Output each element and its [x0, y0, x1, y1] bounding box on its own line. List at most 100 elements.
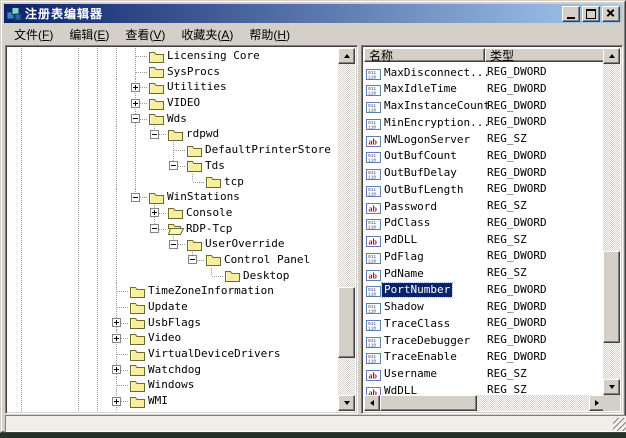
tree-item-desktop[interactable]: Desktop [8, 268, 338, 284]
expand-plus-toggle[interactable] [150, 208, 159, 217]
expand-plus-toggle[interactable] [112, 318, 121, 327]
tree-guide [212, 276, 224, 277]
value-row-minencryption[interactable]: 011110MinEncryption...REG_DWORD [364, 114, 605, 131]
value-row-traceclass[interactable]: 011110TraceClassREG_DWORD [364, 315, 605, 332]
value-row-portnumber[interactable]: 011110PortNumberREG_DWORD [364, 282, 605, 299]
tree-item-licensing-core[interactable]: Licensing Core [8, 48, 338, 64]
collapse-minus-toggle[interactable] [150, 130, 159, 139]
expand-plus-toggle[interactable] [131, 83, 140, 92]
folder-icon [168, 206, 184, 219]
window-titlebar[interactable]: 注册表编辑器 [4, 4, 622, 23]
menu-item-help[interactable]: 帮助(H) [241, 24, 298, 45]
collapse-minus-toggle[interactable] [169, 161, 178, 170]
tree-item-rdp-tcp[interactable]: RDP-Tcp [8, 221, 338, 237]
collapse-minus-toggle[interactable] [131, 193, 140, 202]
value-name: PdName [382, 267, 426, 281]
scroll-down-button[interactable] [603, 379, 620, 395]
value-row-outbuflength[interactable]: 011110OutBufLengthREG_DWORD [364, 181, 605, 198]
tree-vertical-scrollbar[interactable] [338, 48, 355, 411]
collapse-minus-toggle[interactable] [150, 224, 159, 233]
svg-text:110: 110 [368, 74, 376, 80]
tree-item-useroverride[interactable]: UserOverride [8, 236, 338, 252]
value-row-maxidletime[interactable]: 011110MaxIdleTimeREG_DWORD [364, 81, 605, 98]
value-row-wddll[interactable]: abWdDLLREG_SZ [364, 382, 605, 395]
tree-item-windows[interactable]: Windows [8, 377, 338, 393]
value-row-tracedebugger[interactable]: 011110TraceDebuggerREG_DWORD [364, 332, 605, 349]
expand-plus-toggle[interactable] [112, 365, 121, 374]
minimize-button[interactable] [562, 6, 580, 22]
scroll-up-button[interactable] [603, 48, 620, 64]
scroll-down-button[interactable] [338, 395, 355, 411]
scroll-thumb[interactable] [603, 251, 620, 343]
value-row-pdflag[interactable]: 011110PdFlagREG_DWORD [364, 248, 605, 265]
folder-icon [168, 128, 184, 141]
expand-plus-toggle[interactable] [131, 99, 140, 108]
value-type: REG_SZ [487, 382, 527, 395]
reg-dword-icon: 011110 [366, 335, 381, 346]
value-row-pddll[interactable]: abPdDLLREG_SZ [364, 232, 605, 249]
value-type: REG_DWORD [487, 332, 547, 349]
column-header-type[interactable]: 类型 [485, 48, 605, 62]
tree-item-utilities[interactable]: Utilities [8, 79, 338, 95]
folder-icon [149, 97, 165, 110]
scroll-left-button[interactable] [364, 395, 380, 411]
values-horizontal-scrollbar[interactable] [364, 395, 605, 411]
value-row-nwlogonserver[interactable]: abNWLogonServerREG_SZ [364, 131, 605, 148]
reg-sz-icon: ab [366, 134, 381, 145]
tree-item-video[interactable]: VIDEO [8, 95, 338, 111]
values-vertical-scrollbar[interactable] [603, 48, 620, 395]
svg-text:110: 110 [368, 91, 376, 97]
tree-item-rdpwd[interactable]: rdpwd [8, 126, 338, 142]
menu-item-edit[interactable]: 编辑(E) [61, 24, 117, 45]
value-row-password[interactable]: abPasswordREG_SZ [364, 198, 605, 215]
tree-item-wds[interactable]: Wds [8, 111, 338, 127]
scroll-thumb[interactable] [338, 287, 355, 358]
value-row-maxdisconnect[interactable]: 011110MaxDisconnect...REG_DWORD [364, 64, 605, 81]
svg-text:110: 110 [368, 292, 376, 298]
menu-item-file[interactable]: 文件(F) [6, 24, 61, 45]
expand-plus-toggle[interactable] [112, 334, 121, 343]
collapse-minus-toggle[interactable] [188, 255, 197, 264]
tree-guide [116, 268, 117, 284]
maximize-button[interactable] [582, 6, 600, 22]
value-row-pdclass[interactable]: 011110PdClassREG_DWORD [364, 215, 605, 232]
value-row-traceenable[interactable]: 011110TraceEnableREG_DWORD [364, 349, 605, 366]
tree-item-timezoneinformation[interactable]: TimeZoneInformation [8, 283, 338, 299]
scroll-up-button[interactable] [338, 48, 355, 64]
close-button[interactable] [602, 6, 620, 22]
tree-guide [135, 174, 136, 190]
resize-grip[interactable] [613, 418, 626, 431]
tree-item-console[interactable]: Console [8, 205, 338, 221]
tree-item-watchdog[interactable]: Watchdog [8, 362, 338, 378]
tree-item-wmi[interactable]: WMI [8, 393, 338, 409]
value-row-outbufcount[interactable]: 011110OutBufCountREG_DWORD [364, 148, 605, 165]
value-row-shadow[interactable]: 011110ShadowREG_DWORD [364, 299, 605, 316]
tree-guide [136, 56, 148, 57]
collapse-minus-toggle[interactable] [131, 114, 140, 123]
tree-item-tcp[interactable]: tcp [8, 174, 338, 190]
value-row-username[interactable]: abUsernameREG_SZ [364, 366, 605, 383]
tree-item-winstations[interactable]: WinStations [8, 189, 338, 205]
tree-item-defaultprinterstore[interactable]: DefaultPrinterStore [8, 142, 338, 158]
folder-icon [149, 191, 165, 204]
tree-item-item[interactable] [8, 409, 338, 411]
tree-item-control-panel[interactable]: Control Panel [8, 252, 338, 268]
scroll-thumb[interactable] [380, 395, 477, 411]
reg-dword-icon: 011110 [366, 67, 381, 78]
collapse-minus-toggle[interactable] [169, 240, 178, 249]
tree-item-label: UsbFlags [148, 315, 201, 331]
tree-item-video[interactable]: Video [8, 330, 338, 346]
tree-item-update[interactable]: Update [8, 299, 338, 315]
tree-item-virtualdevicedrivers[interactable]: VirtualDeviceDrivers [8, 346, 338, 362]
tree-item-tds[interactable]: Tds [8, 158, 338, 174]
value-row-pdname[interactable]: abPdNameREG_SZ [364, 265, 605, 282]
menu-item-view[interactable]: 查看(V) [117, 24, 173, 45]
menu-item-favorites[interactable]: 收藏夹(A) [173, 24, 241, 45]
value-row-maxinstancecount[interactable]: 011110MaxInstanceCountREG_DWORD [364, 98, 605, 115]
folder-icon [187, 159, 203, 172]
tree-item-usbflags[interactable]: UsbFlags [8, 315, 338, 331]
column-header-name[interactable]: 名称 [364, 48, 485, 62]
tree-item-sysprocs[interactable]: SysProcs [8, 64, 338, 80]
expand-plus-toggle[interactable] [112, 397, 121, 406]
value-row-outbufdelay[interactable]: 011110OutBufDelayREG_DWORD [364, 165, 605, 182]
